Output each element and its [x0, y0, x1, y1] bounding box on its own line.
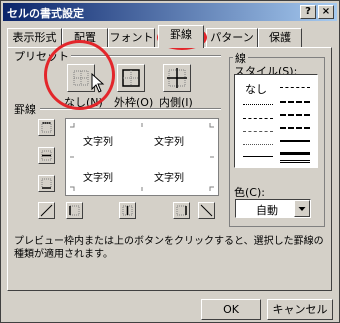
- preset-outline-icon: [122, 69, 140, 87]
- line-style-option[interactable]: [280, 127, 310, 129]
- dialog-title: セルの書式設定: [7, 7, 84, 20]
- border-bottom-icon: [41, 178, 52, 189]
- preview-cell-text: 文字列: [154, 173, 184, 184]
- line-style-none[interactable]: なし: [245, 81, 267, 97]
- tab-number-format[interactable]: 表示形式: [7, 28, 62, 47]
- line-style-list[interactable]: なし: [234, 74, 318, 168]
- line-style-option[interactable]: [243, 104, 273, 105]
- border-inside-horizontal-icon: [41, 150, 52, 161]
- border-diagonal-down-button[interactable]: [198, 202, 215, 219]
- line-style-option[interactable]: [280, 87, 310, 88]
- border-left-icon: [69, 205, 80, 216]
- preview-cell-text: 文字列: [83, 173, 113, 184]
- preview-cell-text: 文字列: [154, 137, 184, 148]
- border-inside-vertical-icon: [122, 205, 133, 216]
- tab-protection[interactable]: 保護: [258, 28, 302, 47]
- border-divider: [40, 108, 221, 110]
- preview-cell-text: 文字列: [83, 137, 113, 148]
- border-preview[interactable]: 文字列 文字列 文字列 文字列: [65, 118, 219, 196]
- close-button[interactable]: ×: [318, 5, 334, 19]
- border-top-button[interactable]: [38, 119, 55, 136]
- preset-outline-button[interactable]: [117, 64, 145, 92]
- border-diagonal-up-button[interactable]: [38, 202, 55, 219]
- line-style-option[interactable]: [243, 131, 273, 132]
- dropdown-arrow-button[interactable]: [294, 200, 310, 217]
- presets-divider: [71, 55, 221, 57]
- border-right-icon: [176, 205, 187, 216]
- hint-text: プレビュー枠内または上のボタンをクリックすると、選択した罫線の種類が適用されます…: [14, 236, 324, 260]
- border-bottom-button[interactable]: [38, 175, 55, 192]
- preset-inside-icon: [167, 68, 187, 88]
- color-dropdown[interactable]: 自動: [235, 199, 311, 218]
- border-heading: 罫線: [14, 103, 36, 116]
- line-style-option[interactable]: [243, 118, 273, 119]
- color-label: 色(C):: [234, 186, 265, 199]
- tab-font[interactable]: フォント: [108, 28, 155, 47]
- tab-patterns[interactable]: パターン: [206, 28, 258, 47]
- border-left-button[interactable]: [66, 202, 83, 219]
- title-bar[interactable]: セルの書式設定 ? ×: [3, 3, 337, 21]
- ok-button[interactable]: OK: [201, 299, 261, 320]
- tab-alignment[interactable]: 配置: [62, 28, 108, 47]
- border-diagonal-down-icon: [200, 204, 213, 217]
- presets-heading: プリセット: [14, 50, 69, 63]
- border-inside-vertical-button[interactable]: [119, 202, 136, 219]
- cancel-button[interactable]: キャンセル: [267, 299, 333, 320]
- line-style-option[interactable]: [280, 152, 310, 155]
- border-diagonal-up-icon: [40, 204, 53, 217]
- border-right-button[interactable]: [173, 202, 190, 219]
- line-style-option[interactable]: [280, 140, 310, 142]
- line-style-option[interactable]: [280, 160, 310, 163]
- line-style-option[interactable]: [280, 114, 310, 116]
- line-style-option[interactable]: [243, 156, 273, 157]
- line-style-option[interactable]: [243, 144, 273, 145]
- border-inside-horizontal-button[interactable]: [38, 147, 55, 164]
- format-cells-dialog: セルの書式設定 ? × 表示形式 配置 フォント 罫線 パターン 保護 プリセッ…: [0, 0, 340, 323]
- preset-inside-button[interactable]: [163, 64, 191, 92]
- mouse-pointer-icon: [91, 73, 105, 93]
- help-button[interactable]: ?: [300, 5, 316, 19]
- color-value: 自動: [256, 204, 278, 217]
- tab-border[interactable]: 罫線: [158, 25, 204, 48]
- chevron-down-icon: [298, 207, 306, 211]
- line-style-option[interactable]: [280, 101, 310, 103]
- border-top-icon: [41, 122, 52, 133]
